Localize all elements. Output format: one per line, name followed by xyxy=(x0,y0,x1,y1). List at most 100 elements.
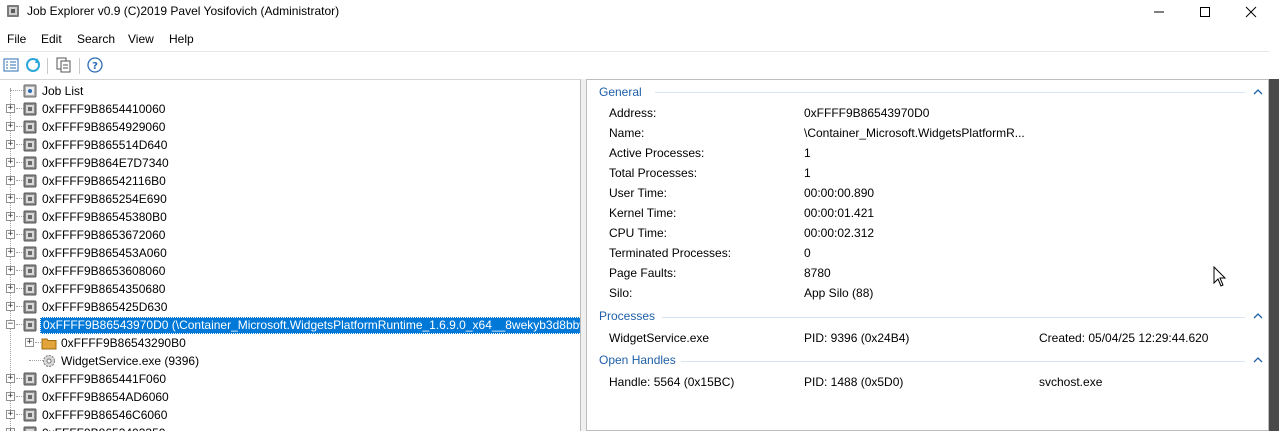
tree-node-label[interactable]: 0xFFFF9B8653608060 xyxy=(40,264,167,278)
expand-icon[interactable]: + xyxy=(6,122,15,131)
property-value[interactable]: 00:00:02.312 xyxy=(804,226,874,240)
tree-node-label[interactable]: 0xFFFF9B8654929060 xyxy=(40,120,167,134)
tree-node-job[interactable]: +0xFFFF9B864E7D7340 xyxy=(0,154,580,172)
expand-icon[interactable]: + xyxy=(6,230,15,239)
tree-node-job[interactable]: +0xFFFF9B865425D630 xyxy=(0,298,580,316)
property-name: Total Processes: xyxy=(609,166,698,180)
tree-node-job-selected[interactable]: − 0xFFFF9B86543970D0 (\Container_Microsof… xyxy=(0,316,580,334)
tree-node-label[interactable]: 0xFFFF9B86546C6060 xyxy=(40,408,169,422)
property-value[interactable]: App Silo (88) xyxy=(804,286,873,300)
copy-icon[interactable] xyxy=(55,56,73,74)
tree-node-label[interactable]: Job List xyxy=(40,84,85,98)
expand-icon[interactable]: + xyxy=(6,140,15,149)
tree-node-job[interactable]: +0xFFFF9B865514D640 xyxy=(0,136,580,154)
tree-node-job[interactable]: +0xFFFF9B8653672060 xyxy=(0,226,580,244)
expand-icon[interactable]: + xyxy=(25,338,34,347)
help-icon[interactable]: ? xyxy=(86,56,104,74)
tree-node-label[interactable]: 0xFFFF9B8654410060 xyxy=(40,102,167,116)
property-value[interactable]: 1 xyxy=(804,146,811,160)
tree-node-label[interactable]: 0xFFFF9B864E7D7340 xyxy=(40,156,171,170)
property-value[interactable]: 0 xyxy=(804,246,811,260)
process-created: Created: 05/04/25 12:29:44.620 xyxy=(1039,331,1209,345)
tree-node-job[interactable]: +0xFFFF9B86542116B0 xyxy=(0,172,580,190)
property-name: Active Processes: xyxy=(609,146,705,160)
tree-node-label[interactable]: 0xFFFF9B865514D640 xyxy=(40,138,169,152)
tree-node-label[interactable]: 0xFFFF9B8653403350 xyxy=(40,426,167,431)
job-icon xyxy=(23,102,37,116)
tree-node-job[interactable]: +0xFFFF9B86545380B0 xyxy=(0,208,580,226)
group-header-open-handles[interactable]: Open Handles xyxy=(599,353,676,367)
job-tree[interactable]: Job List +0xFFFF9B8654410060 +0xFFFF9B8654… xyxy=(0,79,581,431)
tree-node-label[interactable]: WidgetService.exe (9396) xyxy=(59,354,201,368)
expand-icon[interactable]: + xyxy=(6,302,15,311)
property-value[interactable]: 00:00:00.890 xyxy=(804,186,874,200)
tree-node-process[interactable]: WidgetService.exe (9396) xyxy=(0,352,580,370)
list-icon[interactable] xyxy=(2,56,20,74)
collapse-icon[interactable] xyxy=(1252,86,1264,98)
tree-node-job[interactable]: +0xFFFF9B8654929060 xyxy=(0,118,580,136)
tree-node-label[interactable]: 0xFFFF9B86542116B0 xyxy=(40,174,168,188)
job-icon xyxy=(23,390,37,404)
collapse-tree-icon[interactable]: − xyxy=(6,320,15,329)
expand-icon[interactable]: + xyxy=(6,212,15,221)
close-button[interactable] xyxy=(1228,0,1274,24)
expand-icon[interactable]: + xyxy=(6,158,15,167)
minimize-button[interactable] xyxy=(1136,0,1182,24)
menu-view[interactable]: View xyxy=(128,32,154,46)
expand-icon[interactable]: + xyxy=(6,392,15,401)
tree-node-label[interactable]: 0xFFFF9B865453A060 xyxy=(40,246,169,260)
tree-node-label[interactable]: 0xFFFF9B86543290B0 xyxy=(59,336,188,350)
tree-node-label[interactable]: 0xFFFF9B8654AD6060 xyxy=(40,390,171,404)
group-header-general[interactable]: General xyxy=(599,85,642,99)
refresh-icon[interactable] xyxy=(24,56,42,74)
menu-search[interactable]: Search xyxy=(77,32,115,46)
property-value[interactable]: 0xFFFF9B86543970D0 xyxy=(804,106,929,120)
property-name: Silo: xyxy=(609,286,633,300)
tree-node-job[interactable]: +0xFFFF9B865453A060 xyxy=(0,244,580,262)
maximize-button[interactable] xyxy=(1182,0,1228,24)
tree-node-job[interactable]: +0xFFFF9B865254E690 xyxy=(0,190,580,208)
property-value[interactable]: \Container_Microsoft.WidgetsPlatformR... xyxy=(804,126,1025,140)
tree-node-job[interactable]: +0xFFFF9B8654410060 xyxy=(0,100,580,118)
job-icon xyxy=(23,264,37,278)
collapse-icon[interactable] xyxy=(1252,310,1264,322)
property-value[interactable]: 00:00:01.421 xyxy=(804,206,874,220)
expand-icon[interactable]: + xyxy=(6,410,15,419)
job-icon xyxy=(23,282,37,296)
tree-node-label[interactable]: 0xFFFF9B865425D630 xyxy=(40,300,169,314)
job-icon xyxy=(23,372,37,386)
property-value[interactable]: 8780 xyxy=(804,266,831,280)
menu-help[interactable]: Help xyxy=(169,32,194,46)
tree-node-job[interactable]: +0xFFFF9B8654AD6060 xyxy=(0,388,580,406)
group-header-processes[interactable]: Processes xyxy=(599,309,655,323)
menu-edit[interactable]: Edit xyxy=(41,32,62,46)
tree-node-job[interactable]: +0xFFFF9B8653608060 xyxy=(0,262,580,280)
expand-icon[interactable]: + xyxy=(6,176,15,185)
expand-icon[interactable]: + xyxy=(6,284,15,293)
process-pid: PID: 9396 (0x24B4) xyxy=(804,331,910,345)
process-name[interactable]: WidgetService.exe xyxy=(609,331,709,345)
property-value[interactable]: 1 xyxy=(804,166,811,180)
expand-icon[interactable]: + xyxy=(6,248,15,257)
tree-node-label[interactable]: 0xFFFF9B8654350680 xyxy=(40,282,167,296)
tree-node-label[interactable]: 0xFFFF9B86545380B0 xyxy=(40,210,169,224)
tree-node-job[interactable]: +0xFFFF9B8653403350 xyxy=(0,424,580,431)
menu-file[interactable]: File xyxy=(7,32,26,46)
expand-icon[interactable]: + xyxy=(6,104,15,113)
handle-value[interactable]: Handle: 5564 (0x15BC) xyxy=(609,375,734,389)
job-icon xyxy=(23,156,37,170)
expand-icon[interactable]: + xyxy=(6,266,15,275)
tree-node-child-job[interactable]: +0xFFFF9B86543290B0 xyxy=(0,334,580,352)
expand-icon[interactable]: + xyxy=(6,194,15,203)
tree-node-label[interactable]: 0xFFFF9B865441F060 xyxy=(40,372,168,386)
collapse-icon[interactable] xyxy=(1252,354,1264,366)
tree-node-label[interactable]: 0xFFFF9B86543970D0 (\Container_Microsoft… xyxy=(40,317,580,334)
tree-node-label[interactable]: 0xFFFF9B8653672060 xyxy=(40,228,167,242)
tree-node-job[interactable]: +0xFFFF9B86546C6060 xyxy=(0,406,580,424)
expand-icon[interactable]: + xyxy=(6,374,15,383)
tree-node-job[interactable]: +0xFFFF9B8654350680 xyxy=(0,280,580,298)
job-icon xyxy=(23,210,37,224)
tree-node-label[interactable]: 0xFFFF9B865254E690 xyxy=(40,192,169,206)
tree-node-job[interactable]: +0xFFFF9B865441F060 xyxy=(0,370,580,388)
tree-node-root[interactable]: Job List xyxy=(0,82,580,100)
